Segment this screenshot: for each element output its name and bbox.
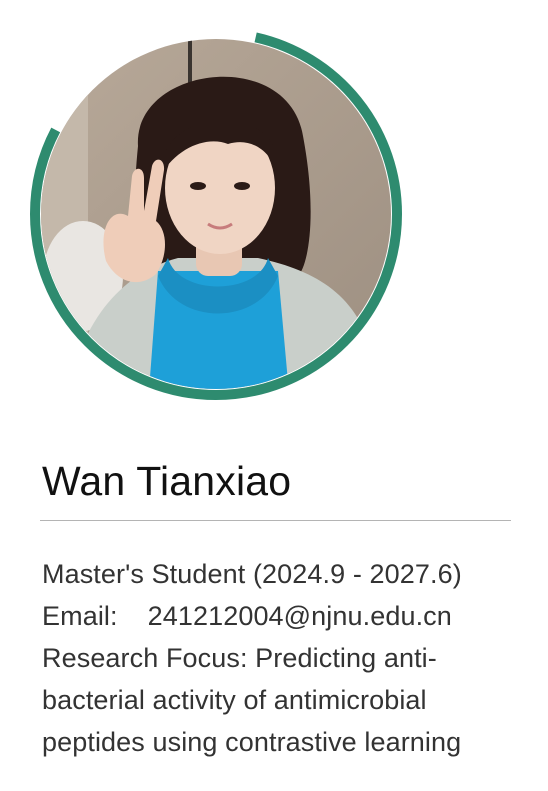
research-line-2: bacterial activity of antimicrobial	[42, 685, 427, 715]
email-label: Email:	[42, 601, 118, 631]
photo-content	[41, 39, 391, 389]
role-text: Master's Student (2024.9 - 2027.6)	[42, 559, 462, 589]
profile-photo-svg	[30, 28, 402, 400]
research-line-1: Research Focus: Predicting anti-	[42, 643, 437, 673]
email-address[interactable]: 241212004@njnu.edu.cn	[148, 601, 452, 631]
research-line-3: peptides using contrastive learning	[42, 727, 462, 757]
email-line: Email: 241212004@njnu.edu.cn	[42, 595, 542, 637]
divider	[40, 520, 511, 521]
person-name: Wan Tianxiao	[42, 458, 292, 504]
profile-photo	[28, 26, 406, 404]
profile-details: Master's Student (2024.9 - 2027.6) Email…	[42, 553, 542, 763]
